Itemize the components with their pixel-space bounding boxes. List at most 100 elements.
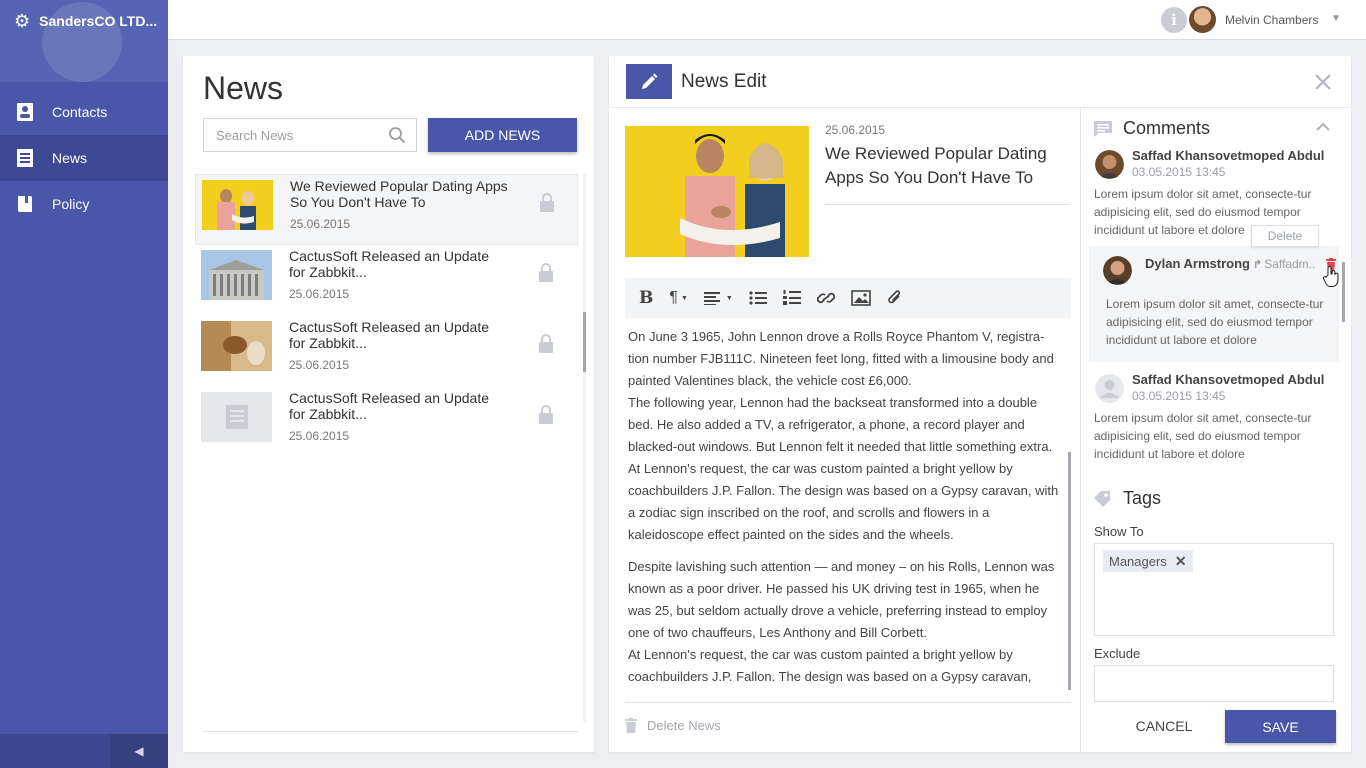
attachment-icon[interactable] <box>887 287 903 309</box>
sidebar-item-label: Contacts <box>52 104 108 120</box>
news-item-title: We Reviewed Popular Dating Apps So You D… <box>290 178 508 210</box>
image-icon[interactable] <box>851 287 871 309</box>
reply-to-name: Saffadm.. <box>1264 257 1316 271</box>
comments-tags-column: Comments Saffad Khansovetmoped Abdul 03.… <box>1080 108 1351 752</box>
news-thumbnail-placeholder <box>201 392 272 442</box>
paragraph: On June 3 1965, John Lennon drove a Roll… <box>628 329 1054 388</box>
sidebar-item-contacts[interactable]: Contacts <box>0 89 168 135</box>
news-thumbnail <box>202 180 273 230</box>
sidebar: ⚙ SandersCO LTD... Contacts News Policy … <box>0 0 168 768</box>
delete-news-label: Delete News <box>647 718 721 733</box>
lock-icon <box>539 263 553 282</box>
info-icon[interactable]: i <box>1161 7 1187 33</box>
bullet-list-icon[interactable] <box>749 287 767 309</box>
news-thumbnail <box>201 250 272 300</box>
save-button[interactable]: SAVE <box>1225 710 1336 743</box>
comment-author[interactable]: Dylan Armstrong ↱ Saffadm.. <box>1145 256 1315 271</box>
cancel-button[interactable]: CANCEL <box>1130 710 1198 742</box>
caret-icon: ▼ <box>680 294 688 302</box>
comments-title: Comments <box>1123 118 1211 138</box>
comments-scrollbar[interactable] <box>1342 262 1345 322</box>
comment-author[interactable]: Saffad Khansovetmoped Abdul <box>1132 148 1324 163</box>
article-body-editor[interactable]: On June 3 1965, John Lennon drove a Roll… <box>628 326 1064 690</box>
lock-icon <box>539 334 553 353</box>
divider <box>203 731 578 732</box>
comment-text: Lorem ipsum dolor sit amet, consecte-tur… <box>1094 411 1312 461</box>
avatar-placeholder <box>1095 374 1124 403</box>
reply-icon: ↱ <box>1252 259 1263 271</box>
book-icon <box>15 193 35 215</box>
news-thumbnail <box>201 321 272 371</box>
add-news-button[interactable]: ADD NEWS <box>428 118 577 152</box>
chevron-up-icon[interactable] <box>1316 122 1330 132</box>
chevron-left-icon: ◀ <box>134 744 144 758</box>
news-item-date: 25.06.2015 <box>289 429 350 443</box>
brand-header[interactable]: ⚙ SandersCO LTD... <box>0 0 168 82</box>
exclude-label: Exclude <box>1094 646 1141 661</box>
news-item-date: 25.06.2015 <box>289 358 350 372</box>
lock-icon <box>539 405 553 424</box>
paragraph: At Lennon's request, the car was custom … <box>628 647 1032 684</box>
list-scrollbar[interactable] <box>583 174 586 722</box>
news-edit-panel: News Edit 25.06.2015 We Reviewed Popular… <box>609 56 1351 752</box>
sidebar-item-news[interactable]: News <box>0 135 168 181</box>
user-name[interactable]: Melvin Chambers <box>1225 13 1318 27</box>
news-item-title: CactusSoft Released an Update for Zabbki… <box>289 390 490 422</box>
contacts-icon <box>15 101 35 123</box>
news-list: We Reviewed Popular Dating Apps So You D… <box>195 174 578 458</box>
scrollbar-thumb[interactable] <box>583 312 586 372</box>
article-image[interactable] <box>625 126 809 257</box>
align-icon[interactable]: ▼ <box>703 287 733 309</box>
list-item[interactable]: CactusSoft Released an Update for Zabbki… <box>195 387 578 458</box>
comment-author-name: Dylan Armstrong <box>1145 256 1250 271</box>
list-item[interactable]: CactusSoft Released an Update for Zabbki… <box>195 245 578 316</box>
avatar[interactable] <box>1189 6 1216 33</box>
search-icon[interactable] <box>388 126 406 144</box>
remove-tag-icon[interactable]: ✕ <box>1175 553 1187 570</box>
article-title-field[interactable]: We Reviewed Popular Dating Apps So You D… <box>825 142 1070 205</box>
tag-chip-label: Managers <box>1109 553 1167 569</box>
news-item-date: 25.06.2015 <box>289 287 350 301</box>
article-date: 25.06.2015 <box>825 123 886 137</box>
editor-toolbar: B ¶ ▼ ▼ <box>625 278 1071 318</box>
paragraph-format-icon[interactable]: ¶ ▼ <box>669 287 688 309</box>
comment-item: Saffad Khansovetmoped Abdul 03.05.2015 1… <box>1089 370 1339 461</box>
trash-icon <box>625 718 637 733</box>
comment-date: 03.05.2015 13:45 <box>1132 389 1226 403</box>
exclude-field[interactable] <box>1094 665 1334 702</box>
paragraph: The following year, Lennon had the backs… <box>628 395 1059 542</box>
list-item[interactable]: CactusSoft Released an Update for Zabbki… <box>195 316 578 387</box>
close-icon[interactable] <box>1313 72 1333 92</box>
comment-icon <box>1094 120 1112 137</box>
show-to-field[interactable]: Managers ✕ <box>1094 543 1334 636</box>
sidebar-item-label: News <box>52 150 88 166</box>
caret-icon: ▼ <box>725 294 733 302</box>
delete-tooltip: Delete <box>1251 225 1319 247</box>
link-icon[interactable] <box>816 287 835 309</box>
list-item[interactable]: We Reviewed Popular Dating Apps So You D… <box>195 174 578 245</box>
avatar <box>1095 150 1124 179</box>
delete-news-button[interactable]: Delete News <box>625 718 721 733</box>
tag-chip: Managers ✕ <box>1103 550 1193 572</box>
gear-icon[interactable]: ⚙ <box>14 12 30 30</box>
divider <box>625 702 1071 703</box>
news-item-date: 25.06.2015 <box>290 217 351 231</box>
chevron-down-icon[interactable]: ▼ <box>1331 13 1341 24</box>
news-icon <box>15 147 35 169</box>
edit-title: News Edit <box>681 71 767 92</box>
paragraph: Despite lavishing such attention — and m… <box>628 559 1055 640</box>
news-list-panel: News ADD NEWS We Reviewed Popular Dating… <box>183 56 594 752</box>
lock-icon <box>540 193 554 212</box>
search-input[interactable] <box>204 119 374 151</box>
news-item-title: CactusSoft Released an Update for Zabbki… <box>289 248 490 280</box>
bold-icon[interactable]: B <box>639 287 653 309</box>
comment-item[interactable]: Dylan Armstrong ↱ Saffadm.. Lorem ipsum do… <box>1089 246 1339 362</box>
comment-author[interactable]: Saffad Khansovetmoped Abdul <box>1132 372 1324 387</box>
pointer-cursor-icon <box>1323 266 1339 287</box>
collapse-sidebar-button[interactable]: ◀ <box>110 734 168 768</box>
search-box <box>203 118 417 152</box>
numbered-list-icon[interactable] <box>782 287 801 309</box>
editor-scrollbar[interactable] <box>1068 452 1071 690</box>
comment-date: 03.05.2015 13:45 <box>1132 165 1226 179</box>
sidebar-item-policy[interactable]: Policy <box>0 181 168 227</box>
